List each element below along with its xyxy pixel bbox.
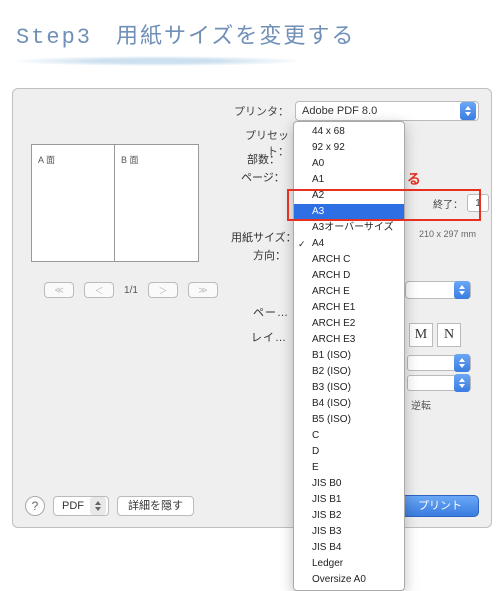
orientation-label: 方向： — [253, 247, 286, 263]
step-title: Step3 用紙サイズを変更する — [0, 0, 500, 56]
paper-size-option[interactable]: ARCH E1 — [294, 300, 404, 316]
printer-select[interactable]: Adobe PDF 8.0 — [295, 101, 479, 121]
paper-size-option[interactable]: C — [294, 428, 404, 444]
prev-page-button[interactable]: ＜ — [84, 282, 114, 298]
end-page-group: 終了： 1 — [433, 194, 489, 212]
paper-size-option[interactable]: A3オーバーサイズ — [294, 220, 404, 236]
paper-size-option[interactable]: A2 — [294, 188, 404, 204]
print-dialog: プリンタ： Adobe PDF 8.0 プリセット： 部数： ページ： 用紙サイ… — [12, 88, 492, 528]
paper-size-option[interactable]: A1 — [294, 172, 404, 188]
paper-dimensions: 210 x 297 mm — [419, 229, 476, 239]
paper-size-option[interactable]: B2 (ISO) — [294, 364, 404, 380]
printer-label: プリンタ： — [231, 103, 289, 119]
paper-size-option[interactable]: JIS B1 — [294, 492, 404, 508]
dropdown-partial-2[interactable] — [407, 355, 471, 371]
paper-size-option[interactable]: ARCH E2 — [294, 316, 404, 332]
dropdown-partial-3[interactable] — [407, 375, 471, 391]
paper-size-option[interactable]: JIS B3 — [294, 524, 404, 540]
dialog-bottom-bar: ? PDF 詳細を隠す キャンセル プリント — [25, 495, 479, 517]
printer-value: Adobe PDF 8.0 — [302, 105, 377, 117]
orientation-icons: M N — [409, 323, 461, 347]
updown-icon — [454, 354, 470, 372]
end-label: 終了： — [433, 196, 463, 211]
updown-icon — [454, 281, 470, 299]
page-counter: 1/1 — [124, 285, 138, 296]
paper-size-option[interactable]: A3 — [294, 204, 404, 220]
paper-size-option[interactable]: ARCH E — [294, 284, 404, 300]
updown-icon — [454, 374, 470, 392]
orientation-option-m[interactable]: M — [409, 323, 433, 347]
flip-label: 逆転 — [411, 397, 431, 412]
print-button[interactable]: プリント — [401, 495, 479, 517]
first-page-button[interactable]: ≪ — [44, 282, 74, 298]
paper-size-option[interactable]: ARCH D — [294, 268, 404, 284]
updown-icon — [460, 102, 476, 120]
paper-size-option[interactable]: D — [294, 444, 404, 460]
paper-size-option[interactable]: 44 x 68 — [294, 124, 404, 140]
preview-page-a: A 面 — [31, 144, 115, 262]
end-page-input[interactable]: 1 — [467, 194, 489, 212]
paper-size-option[interactable]: B1 (ISO) — [294, 348, 404, 364]
orientation-option-n[interactable]: N — [437, 323, 461, 347]
paper-size-option[interactable]: B5 (ISO) — [294, 412, 404, 428]
paper-size-option[interactable]: ARCH C — [294, 252, 404, 268]
paper-size-option[interactable]: Oversize A0 — [294, 572, 404, 588]
paper-size-option[interactable]: B4 (ISO) — [294, 396, 404, 412]
paper-size-dropdown[interactable]: 44 x 6892 x 92A0A1A2A3A3オーバーサイズA4ARCH CA… — [293, 121, 405, 591]
paper-size-option[interactable]: A4 — [294, 236, 404, 252]
paper-size-option[interactable]: Ledger — [294, 556, 404, 572]
paper-size-option[interactable]: 92 x 92 — [294, 140, 404, 156]
paper-size-option[interactable]: A0 — [294, 156, 404, 172]
layout-label: レイ… — [251, 329, 287, 345]
hide-details-button[interactable]: 詳細を隠す — [117, 496, 194, 516]
pdf-menu-button[interactable]: PDF — [53, 496, 109, 516]
paper-size-label: 用紙サイズ： — [231, 229, 297, 245]
paper-size-option[interactable]: E — [294, 460, 404, 476]
preview-area: A 面 B 面 ≪ ＜ 1/1 ＞ ≫ — [31, 144, 231, 298]
dropdown-partial-1[interactable] — [405, 281, 471, 299]
help-button[interactable]: ? — [25, 496, 45, 516]
paper-size-option[interactable]: ARCH E3 — [294, 332, 404, 348]
last-page-button[interactable]: ≫ — [188, 282, 218, 298]
page-section-label: ペー… — [253, 304, 289, 320]
next-page-button[interactable]: ＞ — [148, 282, 178, 298]
pdf-label: PDF — [62, 500, 84, 512]
preview-page-b: B 面 — [115, 144, 199, 262]
paper-size-option[interactable]: JIS B4 — [294, 540, 404, 556]
pages-label: ページ： — [241, 169, 285, 185]
paper-size-option[interactable]: B3 (ISO) — [294, 380, 404, 396]
paper-size-option[interactable]: JIS B0 — [294, 476, 404, 492]
paper-size-option[interactable]: JIS B2 — [294, 508, 404, 524]
title-underline-decoration — [12, 56, 302, 66]
copies-label: 部数： — [247, 151, 280, 167]
